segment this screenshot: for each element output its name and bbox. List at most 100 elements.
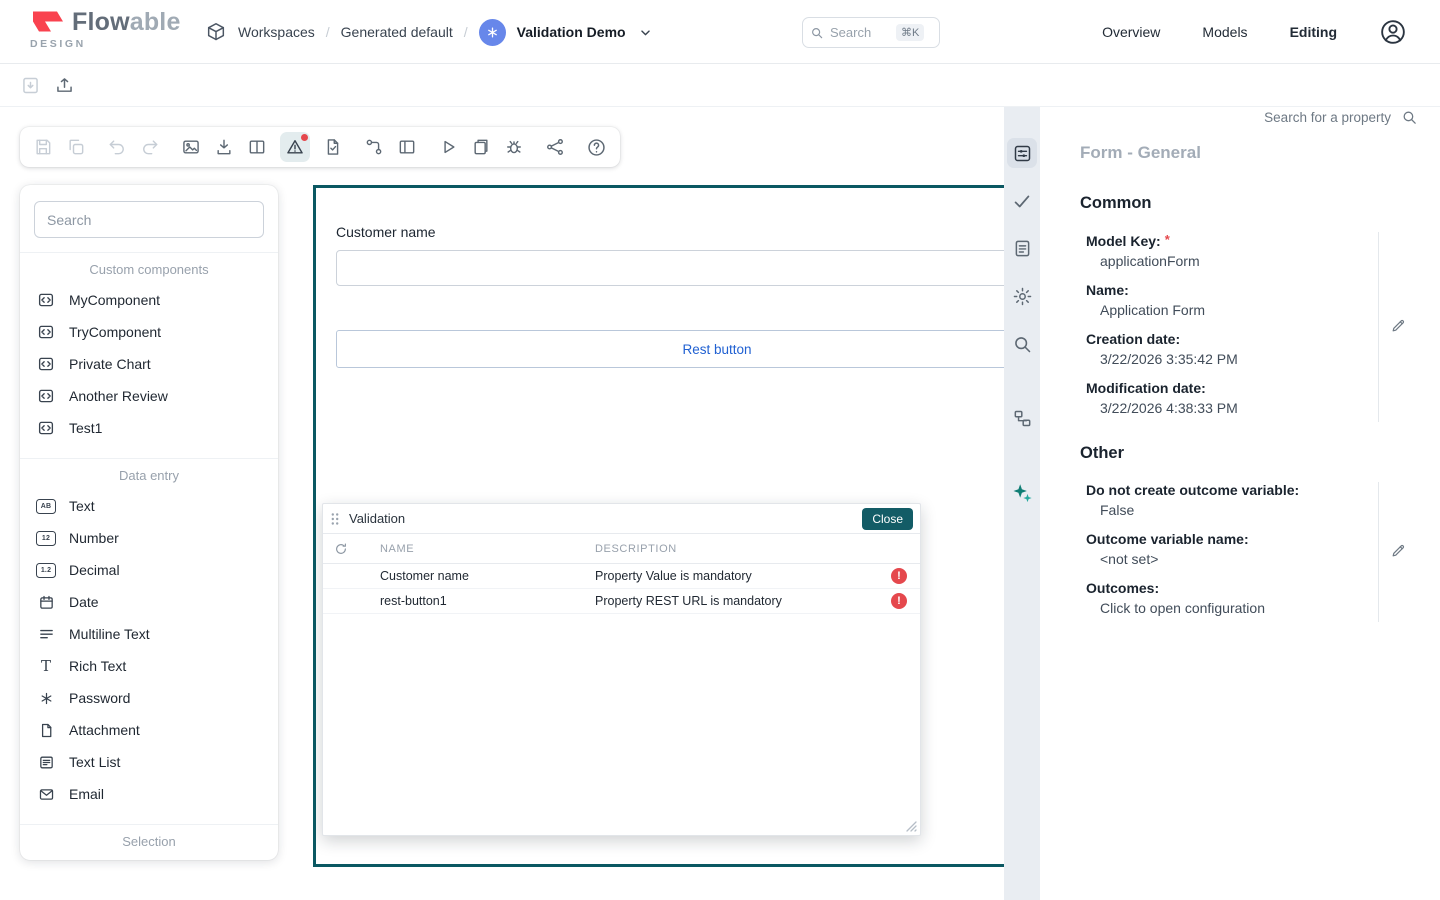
field-label: Name: [1086, 280, 1371, 300]
validation-row[interactable]: Customer name Property Value is mandator… [323, 564, 920, 589]
share-hierarchy-button[interactable] [545, 137, 565, 157]
palette-item-text[interactable]: AB Text [20, 490, 278, 522]
field-no-outcome-variable[interactable]: Do not create outcome variable: False [1086, 480, 1371, 520]
field-creation-date[interactable]: Creation date: 3/22/2026 3:35:42 PM [1086, 329, 1371, 369]
editor-toolbar [20, 127, 620, 167]
publish-icon[interactable] [54, 75, 75, 96]
palette-item-label: Text List [69, 754, 120, 770]
sidebar-tab-documentation[interactable] [1011, 238, 1033, 259]
palette-item-label: Attachment [69, 722, 140, 738]
field-model-key[interactable]: Model Key:* applicationForm [1086, 230, 1371, 271]
global-search-input[interactable] [830, 25, 890, 40]
mapping-button[interactable] [364, 137, 384, 157]
field-label: Creation date: [1086, 329, 1371, 349]
column-header-name: NAME [380, 543, 414, 555]
edit-pencil-icon[interactable] [1390, 317, 1407, 334]
resize-handle-icon[interactable] [906, 821, 917, 832]
rich-text-icon: T [36, 659, 56, 674]
row-description: Property REST URL is mandatory [595, 594, 782, 608]
field-value: 3/22/2026 3:35:42 PM [1086, 349, 1371, 369]
field-outcomes[interactable]: Outcomes: Click to open configuration [1086, 578, 1371, 618]
breadcrumb-project[interactable]: Generated default [341, 24, 453, 40]
chevron-down-icon[interactable] [637, 24, 654, 41]
palette-item-trycomponent[interactable]: TryComponent [20, 316, 278, 348]
palette-item-text-list[interactable]: Text List [20, 746, 278, 778]
layout-columns-button[interactable] [247, 137, 267, 157]
column-header-description: DESCRIPTION [595, 543, 677, 555]
sidebar-tab-validation[interactable] [1011, 190, 1033, 212]
validation-error-dot [301, 134, 308, 141]
palette-item-private-chart[interactable]: Private Chart [20, 348, 278, 380]
validation-button[interactable] [280, 132, 310, 162]
flowable-logo-mark [30, 9, 66, 36]
download-button[interactable] [214, 137, 234, 157]
palette-item-label: Another Review [69, 388, 168, 404]
palette-item-multiline-text[interactable]: Multiline Text [20, 618, 278, 650]
redo-button[interactable] [140, 137, 160, 157]
field-value: Application Form [1086, 300, 1371, 320]
flowable-logo[interactable]: Flowable DESIGN [30, 8, 181, 50]
section-other: Other [1080, 444, 1124, 463]
field-outcome-variable-name[interactable]: Outcome variable name: <not set> [1086, 529, 1371, 569]
field-modification-date[interactable]: Modification date: 3/22/2026 4:38:33 PM [1086, 378, 1371, 418]
palette-item-number[interactable]: 12 Number [20, 522, 278, 554]
side-panel-button[interactable] [397, 137, 417, 157]
copy-button[interactable] [66, 137, 86, 157]
sidebar-tab-settings[interactable] [1011, 286, 1033, 307]
preview-play-button[interactable] [438, 137, 458, 157]
sidebar-tab-ai-assistant[interactable] [1011, 482, 1033, 504]
undo-button[interactable] [107, 137, 127, 157]
field-name[interactable]: Name: Application Form [1086, 280, 1371, 320]
edit-pencil-icon[interactable] [1390, 542, 1407, 559]
palette-item-decimal[interactable]: 1.2 Decimal [20, 554, 278, 586]
sidebar-tab-properties[interactable] [1007, 138, 1037, 168]
export-image-button[interactable] [181, 137, 201, 157]
breadcrumb-workspaces[interactable]: Workspaces [238, 24, 315, 40]
palette-item-rich-text[interactable]: T Rich Text [20, 650, 278, 682]
custom-component-icon [36, 291, 56, 309]
number-icon: 12 [36, 531, 56, 546]
palette-item-another-review[interactable]: Another Review [20, 380, 278, 412]
property-search[interactable]: Search for a property [1264, 109, 1418, 126]
palette-section-custom: Custom components [20, 253, 278, 284]
sidebar-tab-model-tree[interactable] [1011, 408, 1033, 429]
row-name: rest-button1 [380, 594, 447, 608]
breadcrumb-model[interactable]: Validation Demo [517, 24, 626, 40]
palette-item-label: Date [69, 594, 99, 610]
sidebar-tab-search[interactable] [1011, 334, 1033, 355]
palette-item-mycomponent[interactable]: MyComponent [20, 284, 278, 316]
form-canvas[interactable]: Customer name Rest button Validation Clo… [313, 185, 1004, 867]
nav-overview[interactable]: Overview [1102, 24, 1160, 40]
validation-panel-header: Validation Close [323, 504, 920, 533]
palette-item-email[interactable]: Email [20, 778, 278, 810]
user-avatar-icon[interactable] [1379, 18, 1407, 46]
refresh-icon[interactable] [334, 542, 348, 556]
palette-search-input[interactable] [34, 201, 264, 238]
palette-item-password[interactable]: Password [20, 682, 278, 714]
help-button[interactable] [586, 137, 607, 158]
palette-item-attachment[interactable]: Attachment [20, 714, 278, 746]
close-button[interactable]: Close [862, 508, 913, 530]
field-label: Modification date: [1086, 378, 1371, 398]
palette-item-label: MyComponent [69, 292, 160, 308]
global-search[interactable]: ⌘K [802, 17, 940, 48]
save-model-icon[interactable] [20, 75, 41, 96]
row-description: Property Value is mandatory [595, 569, 752, 583]
save-button[interactable] [33, 137, 53, 157]
nav-models[interactable]: Models [1202, 24, 1247, 40]
divider [1378, 482, 1379, 622]
palette-item-date[interactable]: Date [20, 586, 278, 618]
nav-editing[interactable]: Editing [1290, 24, 1337, 40]
customer-name-input[interactable] [336, 250, 1004, 286]
rest-button-component[interactable]: Rest button [336, 330, 1004, 368]
debug-button[interactable] [504, 137, 524, 157]
other-fields: Do not create outcome variable: False Ou… [1086, 480, 1371, 627]
palette-item-label: TryComponent [69, 324, 161, 340]
palette-item-test1[interactable]: Test1 [20, 412, 278, 444]
duplicate-button[interactable] [471, 137, 491, 157]
customer-name-label: Customer name [336, 224, 436, 240]
text-icon: AB [36, 499, 56, 514]
drag-handle-icon[interactable] [330, 512, 340, 526]
document-check-button[interactable] [323, 137, 343, 157]
validation-row[interactable]: rest-button1 Property REST URL is mandat… [323, 589, 920, 614]
